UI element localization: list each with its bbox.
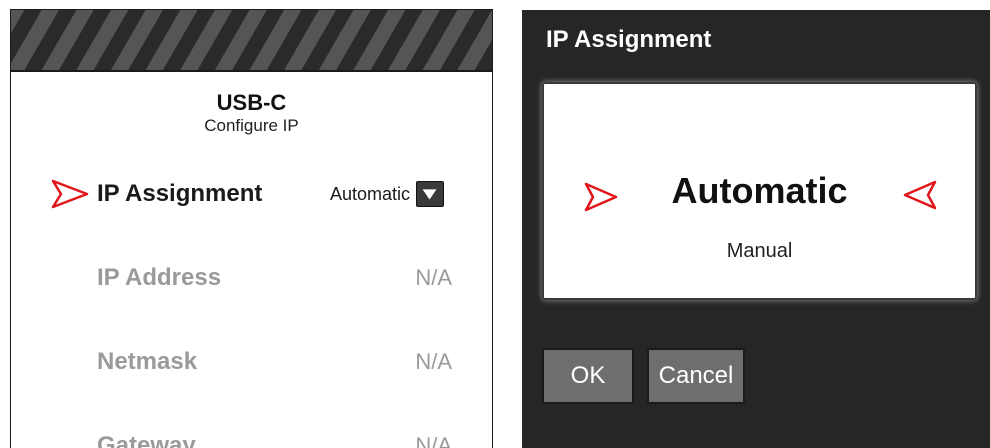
ip-assignment-value[interactable]: Automatic	[330, 178, 410, 210]
setting-row-gateway[interactable]: Gateway N/A	[11, 426, 492, 448]
setting-row-netmask[interactable]: Netmask N/A	[11, 342, 492, 382]
page-subtitle: Configure IP	[204, 116, 299, 135]
setting-row-ip-address[interactable]: IP Address N/A	[11, 258, 492, 298]
cancel-button[interactable]: Cancel	[647, 348, 745, 404]
hazard-stripe-header	[11, 10, 492, 72]
chevron-down-icon	[422, 189, 437, 200]
setting-row-ip-assignment[interactable]: IP Assignment Automatic	[11, 174, 492, 214]
row-value: N/A	[415, 349, 452, 374]
row-label: IP Address	[97, 264, 222, 291]
chevron-right-icon	[51, 179, 89, 209]
row-label: IP Assignment	[97, 180, 263, 207]
option-manual[interactable]: Manual	[542, 240, 977, 263]
row-value: N/A	[415, 433, 452, 448]
chevron-left-icon	[903, 180, 937, 210]
option-picker[interactable]: Automatic Manual	[542, 82, 977, 300]
page-title: USB-C	[216, 90, 287, 115]
screen: USB-C Configure IP IP Assignment Automat…	[0, 0, 990, 448]
ok-button[interactable]: OK	[542, 348, 634, 404]
dropdown-button[interactable]	[416, 181, 444, 207]
row-value: N/A	[415, 265, 452, 290]
ip-assignment-dialog: IP Assignment Automatic Manual OK Cancel	[522, 10, 990, 448]
settings-panel: USB-C Configure IP IP Assignment Automat…	[10, 9, 493, 448]
row-label: Gateway	[97, 432, 196, 448]
dialog-title: IP Assignment	[546, 26, 712, 53]
row-label: Netmask	[97, 348, 198, 375]
